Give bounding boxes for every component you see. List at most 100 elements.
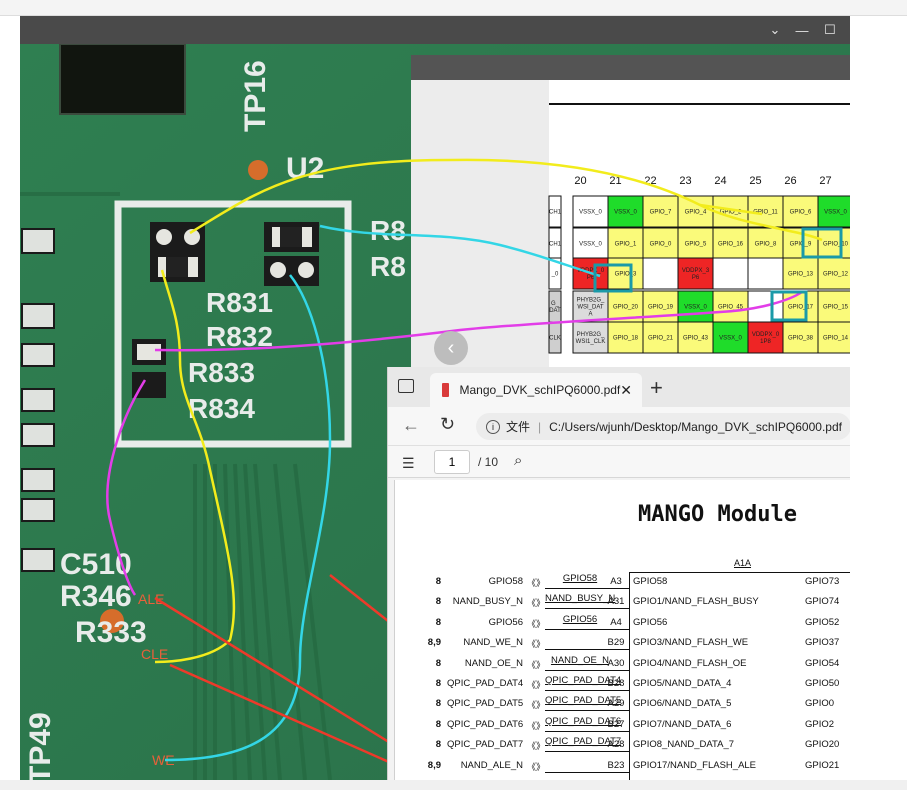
pinout-column-header: 25 — [749, 175, 761, 187]
silk-r831: R831 — [206, 287, 273, 318]
port-arrow-icon: 《》 — [527, 680, 546, 690]
signal-sheet-ref: 8 — [435, 739, 441, 751]
silk-r8b: R8 — [370, 251, 406, 282]
signal-sheet-ref: 8,9 — [427, 759, 441, 771]
pin-function-right: GPIO0 — [805, 698, 835, 710]
pin-function-right: GPIO50 — [805, 678, 840, 689]
pinout-cell-label: VDDPX_0 — [577, 268, 605, 274]
pinout-column-header: 24 — [714, 175, 726, 187]
pinout-window: 20 21 22 23 24 25 26 27 CH1 VSSX_0 VSSX_0 GPIO_7 GP… — [411, 55, 850, 375]
pinout-cell-label: WSI_DAT — [577, 305, 604, 311]
signal-list: 8 GPIO58 《》 GPIO58 A3 GPIO58 GPIO73 8 NAND_BUSY_… — [395, 572, 850, 780]
pin-function-right: GPIO73 — [805, 576, 840, 587]
desktop-top-strip — [0, 0, 907, 16]
pin-function: GPIO3/NAND_FLASH_WE — [633, 637, 749, 649]
pinout-cell-label: _0 — [551, 272, 559, 278]
close-icon[interactable]: ✕ — [620, 382, 632, 399]
pdf-window: Mango_DVK_schIPQ6000.pdf ✕ + ← ↻ i 文件 | … — [387, 367, 850, 780]
chevron-down-icon[interactable]: ⌄ — [761, 16, 789, 44]
signal-wire — [545, 608, 629, 610]
pinout-cell-label: DAT — [549, 308, 561, 314]
pdf-page: MANGO Module A1A 8 GPIO58 《》 GPIO58 A3 GPIO58… — [394, 480, 850, 780]
annotation-cle: CLE — [141, 646, 168, 662]
ball-number: B23 — [607, 759, 625, 771]
pinout-cell-label: 1P8 — [760, 339, 771, 345]
pinout-column-header: 26 — [784, 175, 796, 187]
pinout-cell — [712, 257, 749, 290]
pdf-toolbar: ☰ 1 / 10 ⌕ — [388, 445, 850, 478]
search-icon[interactable]: ⌕ — [514, 452, 522, 469]
signal-name: GPIO58 — [488, 576, 523, 587]
pinout-column-header: 23 — [679, 175, 691, 187]
silk-r346: R346 — [60, 580, 132, 613]
minimize-button[interactable]: — — [788, 16, 816, 44]
pinout-column-header: 22 — [644, 175, 656, 187]
pin-function: GPIO7/NAND_DATA_6 — [633, 718, 732, 730]
pinout-cell-label: VSSX_0 — [684, 305, 707, 311]
address-prefix: 文件 — [506, 420, 531, 434]
refresh-icon[interactable]: ↻ — [440, 414, 455, 435]
new-tab-button[interactable]: + — [650, 375, 663, 401]
silk-r834: R834 — [188, 393, 255, 424]
silk-c510: C510 — [60, 548, 132, 581]
signal-name: NAND_BUSY_N — [452, 596, 523, 608]
pinout-cell-label: A — [588, 312, 592, 318]
pdf-tabbar: Mango_DVK_schIPQ6000.pdf ✕ + — [388, 367, 850, 407]
pinout-cell-label: GPIO_45 — [718, 305, 744, 311]
pinout-cell-label: GPIO_20 — [613, 305, 639, 311]
pin-function: GPIO4/NAND_FLASH_OE — [633, 657, 747, 669]
pinout-cell-label: GPIO_7 — [650, 210, 672, 216]
pinout-cell-label: GPIO_0 — [650, 242, 672, 248]
pinout-cell-label: P6 — [587, 275, 595, 281]
pinout-cell-label: GPIO_19 — [648, 305, 674, 311]
pinout-cell — [642, 257, 679, 290]
signal-sheet-ref: 8 — [435, 678, 441, 689]
ball-number: A29 — [607, 698, 625, 710]
pinout-cell-label: VSSX_0 — [579, 210, 602, 216]
pinout-cell-label: GPIO_6 — [790, 210, 812, 216]
signal-wire — [545, 669, 629, 671]
back-arrow-icon[interactable]: ← — [402, 415, 420, 436]
pinout-cell-label: VSSX_0 — [719, 336, 742, 342]
pin-function-right: GPIO52 — [805, 616, 840, 628]
info-icon[interactable]: i — [486, 419, 500, 434]
part-ref: A1A — [734, 558, 752, 568]
tab-actions-icon[interactable] — [398, 379, 414, 393]
pin-function-right: GPIO21 — [805, 759, 840, 771]
pinout-cell-label: VSSX_0 — [824, 210, 847, 216]
signal-wire — [545, 649, 629, 651]
ball-number: A4 — [610, 616, 622, 628]
signal-name: NAND_OE_N — [464, 657, 523, 669]
pin-function: GPIO17/NAND_FLASH_ALE — [633, 759, 757, 771]
silk-tp16: TP16 — [239, 60, 272, 132]
pinout-cell-label: PHYB2G_ — [577, 298, 605, 304]
ball-number: A28 — [607, 739, 625, 751]
signal-name: GPIO56 — [488, 616, 523, 628]
pinout-cell-label: GPIO_5 — [685, 242, 707, 248]
pinout-cell-label: GPIO_3 — [615, 272, 637, 278]
desktop-bottom-strip — [0, 780, 907, 790]
pinout-cell-label: G_ — [551, 301, 560, 307]
pinout-cell-label: GPIO_13 — [788, 272, 814, 278]
photo-viewer-titlebar: ⌄ — ☐ — [20, 16, 850, 44]
pin-function: GPIO8_NAND_DATA_7 — [633, 739, 735, 751]
page-number-input[interactable]: 1 — [434, 450, 470, 474]
contents-icon[interactable]: ☰ — [402, 455, 415, 472]
tab-pdf-document[interactable]: Mango_DVK_schIPQ6000.pdf ✕ — [430, 373, 642, 407]
signal-sheet-ref: 8 — [435, 698, 441, 710]
signal-wire — [545, 730, 629, 732]
maximize-button[interactable]: ☐ — [816, 16, 844, 44]
pinout-cell-label: PHYB2G_ — [577, 332, 605, 338]
pinout-cell-label: GPIO_16 — [718, 242, 744, 248]
annotation-ale: ALE — [138, 591, 164, 607]
silk-r832: R832 — [206, 321, 273, 352]
pin-function: GPIO1/NAND_FLASH_BUSY — [633, 596, 759, 608]
signal-name: QPIC_PAD_DAT7 — [447, 739, 524, 751]
page-total: / 10 — [478, 455, 499, 469]
address-field[interactable]: i 文件 | C:/Users/wjunh/Desktop/Mango_DVK_… — [476, 413, 850, 440]
previous-image-button[interactable]: ‹ — [434, 331, 468, 365]
signal-wire — [545, 771, 629, 773]
ball-number: B27 — [607, 718, 625, 730]
pinout-cell-label: CH1 — [549, 210, 562, 216]
pinout-cell-label: GPIO_1 — [615, 242, 637, 248]
